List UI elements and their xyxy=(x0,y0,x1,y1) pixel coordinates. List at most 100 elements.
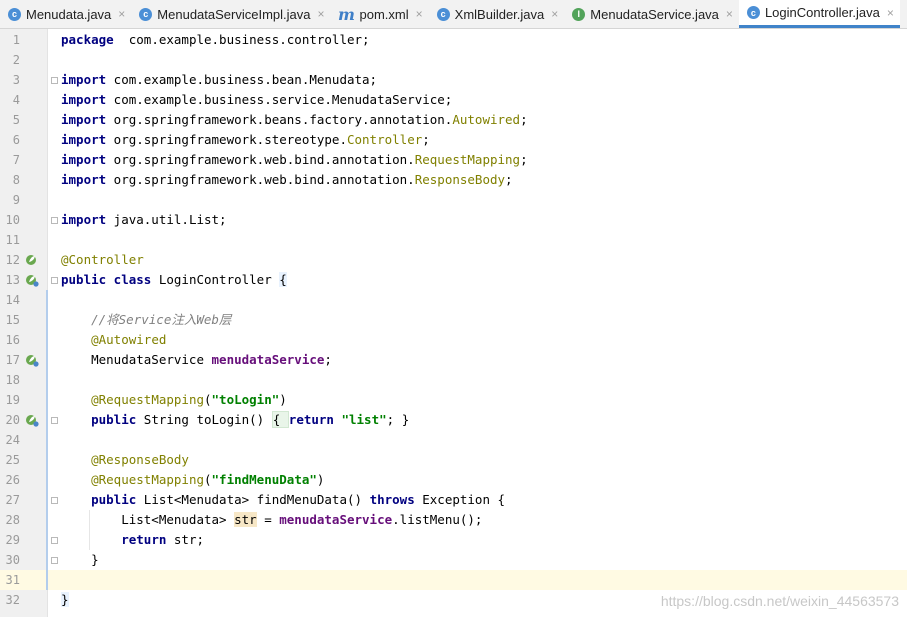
code-line[interactable]: 27 public List<Menudata> findMenuData() … xyxy=(0,490,907,510)
line-number: 2 xyxy=(12,53,20,67)
fold-marker-icon[interactable] xyxy=(51,497,58,504)
code-token: "toLogin" xyxy=(211,392,280,407)
code-line[interactable]: 24 xyxy=(0,430,907,450)
code-text: public class LoginController { xyxy=(61,270,287,290)
close-tab-icon[interactable]: × xyxy=(318,7,325,21)
code-line[interactable]: 15 //将Service注入Web层 xyxy=(0,310,907,330)
code-token: str xyxy=(234,512,257,527)
autowired-bean-icon[interactable] xyxy=(25,353,39,367)
fold-marker-icon[interactable] xyxy=(51,417,58,424)
watermark: https://blog.csdn.net/weixin_44563573 xyxy=(660,593,899,609)
code-token: return xyxy=(288,412,334,427)
line-number: 5 xyxy=(12,113,20,127)
code-line[interactable]: 28 List<Menudata> str = menudataService.… xyxy=(0,510,907,530)
line-number: 20 xyxy=(5,413,20,427)
close-tab-icon[interactable]: × xyxy=(416,7,423,21)
code-line[interactable]: 7 import org.springframework.web.bind.ann… xyxy=(0,150,907,170)
code-editor[interactable]: 1 package com.example.business.controller… xyxy=(0,29,907,617)
close-tab-icon[interactable]: × xyxy=(887,6,894,20)
code-token: ( xyxy=(204,392,212,407)
line-number: 13 xyxy=(5,273,20,287)
interface-icon: I xyxy=(572,7,586,21)
code-line[interactable]: 20 public String toLogin() { return "lis… xyxy=(0,410,907,430)
code-line[interactable]: 4 import com.example.business.service.Men… xyxy=(0,90,907,110)
code-token: String toLogin() xyxy=(136,412,272,427)
fold-marker-icon[interactable] xyxy=(51,77,58,84)
code-line[interactable]: 8 import org.springframework.web.bind.ann… xyxy=(0,170,907,190)
tab-pom-xml[interactable]: m pom.xml × xyxy=(331,0,429,28)
fold-marker-icon[interactable] xyxy=(51,557,58,564)
tab-logincontroller-java[interactable]: c LoginController.java × xyxy=(738,0,900,28)
code-token: menudataService xyxy=(211,352,325,367)
code-line[interactable]: 11 xyxy=(0,230,907,250)
tab-xmlbuilder-java[interactable]: c XmlBuilder.java × xyxy=(429,0,565,28)
code-line[interactable]: 12 @Controller xyxy=(0,250,907,270)
line-number: 18 xyxy=(5,373,20,387)
code-line[interactable]: 14 xyxy=(0,290,907,310)
code-line[interactable]: 6 import org.springframework.stereotype.C… xyxy=(0,130,907,150)
class-icon: c xyxy=(139,7,153,21)
code-line[interactable]: 3 import com.example.business.bean.Menuda… xyxy=(0,70,907,90)
code-line[interactable]: 31 xyxy=(0,570,907,590)
line-number: 32 xyxy=(5,593,20,607)
code-text: @RequestMapping("findMenuData") xyxy=(61,470,324,490)
maven-icon: m xyxy=(338,4,355,24)
code-line[interactable]: 13 public class LoginController { xyxy=(0,270,907,290)
close-tab-icon[interactable]: × xyxy=(726,7,733,21)
code-token: import xyxy=(61,132,107,147)
line-number: 11 xyxy=(5,233,20,247)
code-token: MenudataService xyxy=(61,352,212,367)
code-text: import org.springframework.web.bind.anno… xyxy=(61,150,528,170)
code-line[interactable]: 18 xyxy=(0,370,907,390)
code-token: com.example.business.service.MenudataSer… xyxy=(106,92,453,107)
code-text: import org.springframework.beans.factory… xyxy=(61,110,528,130)
code-line[interactable]: 1 package com.example.business.controller… xyxy=(0,30,907,50)
code-line[interactable]: 26 @RequestMapping("findMenuData") xyxy=(0,470,907,490)
request-mapping-icon[interactable] xyxy=(25,413,39,427)
line-number: 10 xyxy=(5,213,20,227)
code-token: org.springframework.beans.factory.annota… xyxy=(106,112,453,127)
code-token: ) xyxy=(316,472,325,487)
tab-menudataserviceimpl-java[interactable]: c MenudataServiceImpl.java × xyxy=(131,0,330,28)
editor-tab-bar: c Menudata.java × c MenudataServiceImpl.java… xyxy=(0,0,907,29)
tab-menudata-java[interactable]: c Menudata.java × xyxy=(0,0,131,28)
code-line[interactable]: 16 @Autowired xyxy=(0,330,907,350)
code-token: org.springframework.web.bind.annotation. xyxy=(106,172,415,187)
code-token: import xyxy=(61,212,107,227)
code-line[interactable]: 29 return str; xyxy=(0,530,907,550)
fold-marker-icon[interactable] xyxy=(51,537,58,544)
code-token: List<Menudata> findMenuData() xyxy=(136,492,370,507)
code-line[interactable]: 9 xyxy=(0,190,907,210)
spring-bean-navigate-icon[interactable] xyxy=(25,273,39,287)
code-token: Controller xyxy=(346,132,423,147)
code-token: = xyxy=(256,512,280,527)
code-token: ; xyxy=(505,172,513,187)
code-token: "list" xyxy=(341,412,387,427)
code-token: { xyxy=(271,411,289,428)
tab-label: LoginController.java xyxy=(764,5,880,20)
close-tab-icon[interactable]: × xyxy=(118,7,125,21)
code-token: ; xyxy=(520,152,528,167)
code-line[interactable]: 2 xyxy=(0,50,907,70)
spring-bean-icon[interactable] xyxy=(25,253,39,267)
code-line[interactable]: 30 } xyxy=(0,550,907,570)
class-icon: c xyxy=(746,6,760,19)
close-tab-icon[interactable]: × xyxy=(551,7,558,21)
fold-marker-icon[interactable] xyxy=(51,217,58,224)
code-line[interactable]: 5 import org.springframework.beans.factor… xyxy=(0,110,907,130)
code-line[interactable]: 10 import java.util.List; xyxy=(0,210,907,230)
code-token: ; xyxy=(422,132,430,147)
tab-label: Menudata.java xyxy=(26,6,112,22)
fold-marker-icon[interactable] xyxy=(51,277,58,284)
code-text: import org.springframework.stereotype.Co… xyxy=(61,130,430,150)
tab-menudataservice-java[interactable]: I MenudataService.java × xyxy=(564,0,739,28)
line-number: 19 xyxy=(5,393,20,407)
line-number: 1 xyxy=(12,33,20,47)
code-line[interactable]: 17 MenudataService menudataService; xyxy=(0,350,907,370)
code-line[interactable]: 19 @RequestMapping("toLogin") xyxy=(0,390,907,410)
code-line[interactable]: 25 @ResponseBody xyxy=(0,450,907,470)
